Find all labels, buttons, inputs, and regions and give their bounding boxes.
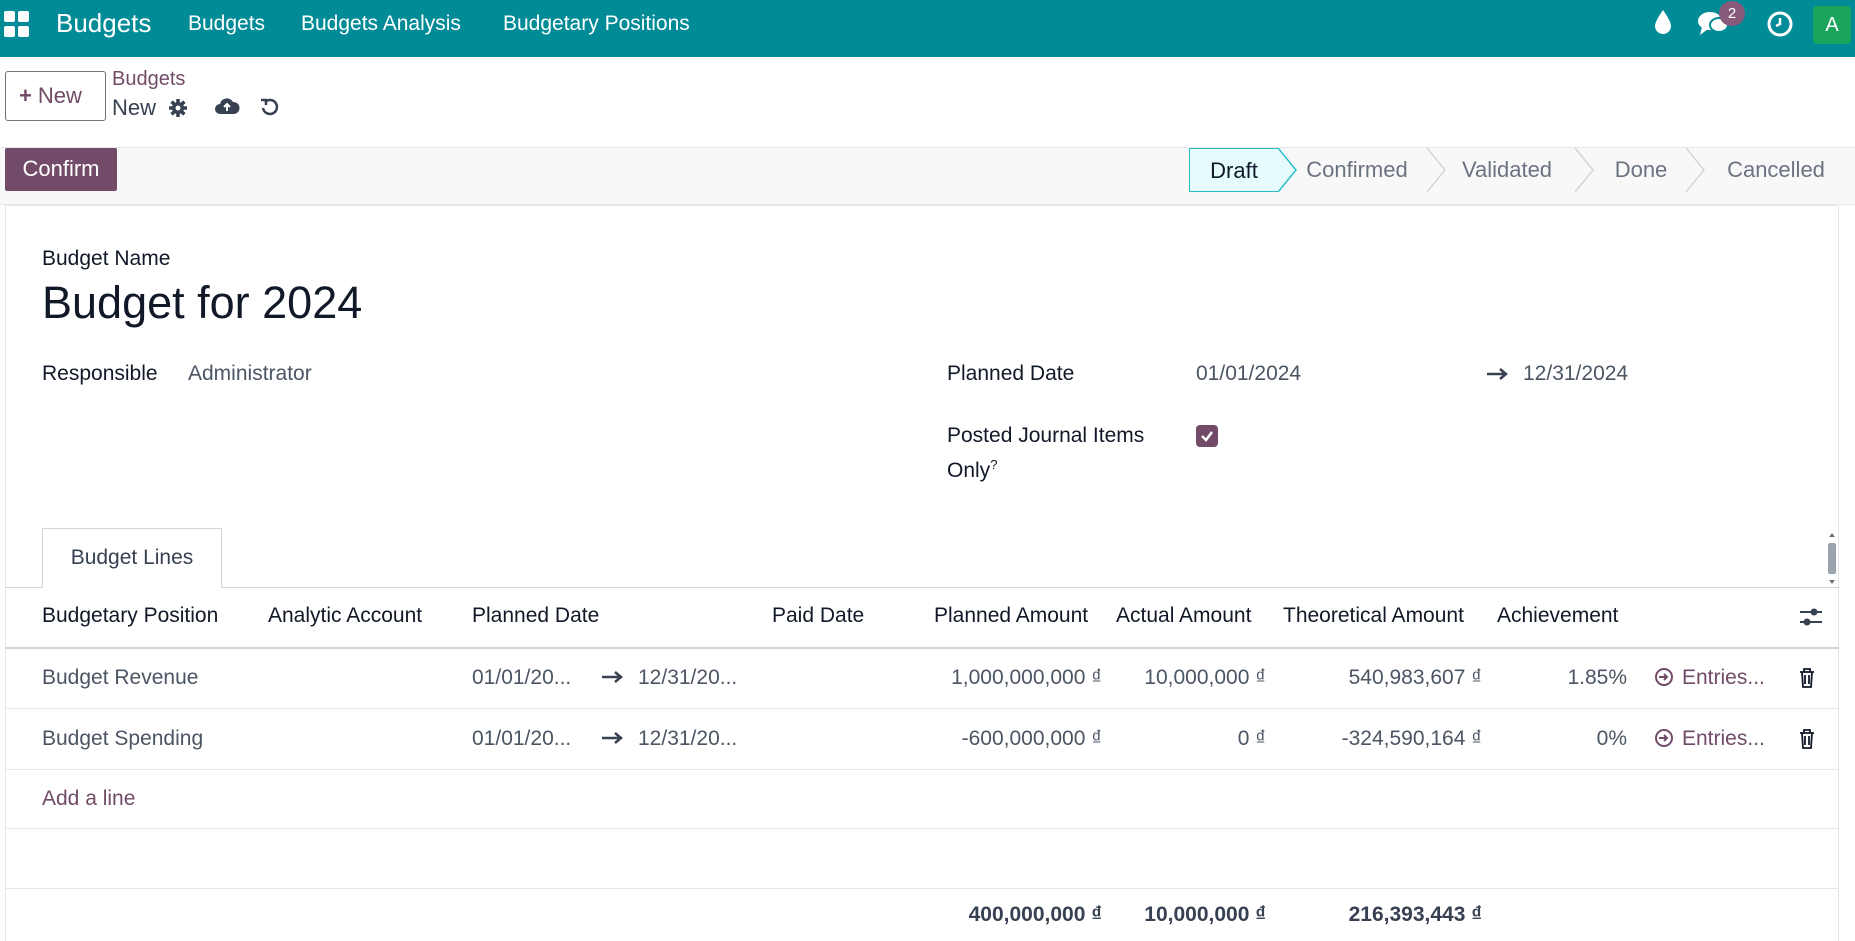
user-avatar[interactable]: A (1813, 6, 1851, 44)
col-theoretical-amount[interactable]: Theoretical Amount (1283, 604, 1464, 628)
posted-journal-label-line1: Posted Journal Items (947, 424, 1145, 447)
stage-arrow (1575, 148, 1594, 192)
trash-icon[interactable] (1798, 729, 1816, 749)
cell-planned-amount[interactable]: 1,000,000,000 ₫ (900, 666, 1102, 690)
row-divider (5, 769, 1839, 770)
top-navbar: Budgets Budgets Budgets Analysis Budgeta… (0, 0, 1855, 57)
budget-name-field[interactable]: Budget for 2024 (42, 277, 362, 329)
stage-arrow (1686, 148, 1705, 192)
add-line-link[interactable]: Add a line (42, 787, 135, 811)
discard-icon[interactable] (260, 97, 280, 117)
cell-date-to[interactable]: 12/31/20... (638, 727, 737, 751)
trash-icon[interactable] (1798, 668, 1816, 688)
responsible-field[interactable]: Administrator (188, 362, 312, 386)
posted-journal-checkbox[interactable] (1196, 425, 1218, 447)
arrow-circle-right-icon (1655, 668, 1673, 686)
cell-position[interactable]: Budget Spending (42, 727, 203, 751)
arrow-circle-right-icon (1655, 729, 1673, 747)
cell-theoretical-amount: 540,983,607 ₫ (1348, 666, 1482, 689)
cell-actual-amount: 10,000,000 ₫ (1144, 666, 1266, 689)
cell-actual-amount: 0 ₫ (1237, 727, 1266, 750)
tab-budget-lines[interactable]: Budget Lines (42, 528, 222, 588)
entries-button[interactable]: Entries... (1654, 666, 1765, 690)
cell-theoretical-amount: -324,590,164 ₫ (1341, 727, 1482, 750)
total-actual-amount: 10,000,000 ₫ (1144, 903, 1266, 926)
responsible-label: Responsible (42, 362, 158, 385)
droplet-icon[interactable] (1654, 9, 1672, 35)
menu-budgetary-positions[interactable]: Budgetary Positions (503, 12, 690, 36)
entries-button[interactable]: Entries... (1654, 727, 1765, 751)
cell-planned-amount[interactable]: -600,000,000 ₫ (900, 727, 1102, 751)
col-planned-amount[interactable]: Planned Amount (934, 604, 1088, 628)
date-to-field[interactable]: 12/31/2024 (1523, 362, 1628, 386)
tab-divider (5, 587, 1839, 588)
gear-icon[interactable] (168, 98, 188, 118)
arrow-right-icon (602, 671, 623, 683)
cell-date-from[interactable]: 01/01/20... (472, 666, 571, 690)
total-theoretical-amount: 216,393,443 ₫ (1348, 903, 1482, 926)
menu-budgets-analysis[interactable]: Budgets Analysis (301, 12, 461, 36)
messages-badge: 2 (1719, 1, 1745, 26)
col-paid-date[interactable]: Paid Date (772, 604, 864, 628)
col-analytic-account[interactable]: Analytic Account (268, 604, 422, 628)
stage-confirmed[interactable]: Confirmed (1297, 148, 1417, 192)
posted-journal-label-line2: Only? (947, 457, 998, 482)
date-from-field[interactable]: 01/01/2024 (1196, 362, 1301, 386)
check-icon (1201, 431, 1213, 442)
col-achievement[interactable]: Achievement (1497, 604, 1618, 628)
cell-date-from[interactable]: 01/01/20... (472, 727, 571, 751)
planned-date-label: Planned Date (947, 362, 1075, 385)
cell-date-to[interactable]: 12/31/20... (638, 666, 737, 690)
col-budgetary-position[interactable]: Budgetary Position (42, 604, 218, 628)
plus-icon: + (19, 83, 32, 108)
cloud-upload-icon[interactable] (214, 96, 240, 116)
arrow-right-icon (602, 732, 623, 744)
stage-done[interactable]: Done (1601, 148, 1681, 192)
stage-cancelled[interactable]: Cancelled (1711, 148, 1841, 192)
optional-columns-icon[interactable] (1798, 605, 1824, 629)
col-actual-amount[interactable]: Actual Amount (1116, 604, 1251, 628)
total-planned-amount: 400,000,000 ₫ (968, 903, 1102, 926)
row-divider (5, 708, 1839, 709)
arrow-right-icon (1487, 368, 1508, 380)
header-divider (5, 647, 1839, 649)
record-title: New (112, 95, 157, 120)
confirm-button[interactable]: Confirm (5, 148, 117, 191)
help-tooltip-icon[interactable]: ? (990, 457, 997, 472)
cell-achievement: 1.85% (1567, 666, 1627, 689)
col-planned-date[interactable]: Planned Date (472, 604, 599, 628)
menu-budgets[interactable]: Budgets (188, 12, 265, 36)
clock-icon[interactable] (1767, 11, 1793, 37)
breadcrumb-budgets[interactable]: Budgets (112, 68, 185, 91)
cell-position[interactable]: Budget Revenue (42, 666, 198, 690)
stage-arrow (1427, 148, 1446, 192)
footer-divider (5, 888, 1839, 889)
cell-achievement: 0% (1596, 727, 1627, 750)
row-divider (5, 828, 1839, 829)
scrollbar-thumb[interactable] (1828, 543, 1836, 574)
new-button[interactable]: + New (5, 71, 106, 121)
stage-validated[interactable]: Validated (1447, 148, 1567, 192)
apps-icon[interactable] (4, 11, 30, 37)
budget-name-label: Budget Name (42, 247, 171, 270)
stage-draft[interactable]: Draft (1189, 148, 1279, 192)
app-brand[interactable]: Budgets (56, 8, 151, 39)
stage-arrow (1278, 148, 1297, 192)
